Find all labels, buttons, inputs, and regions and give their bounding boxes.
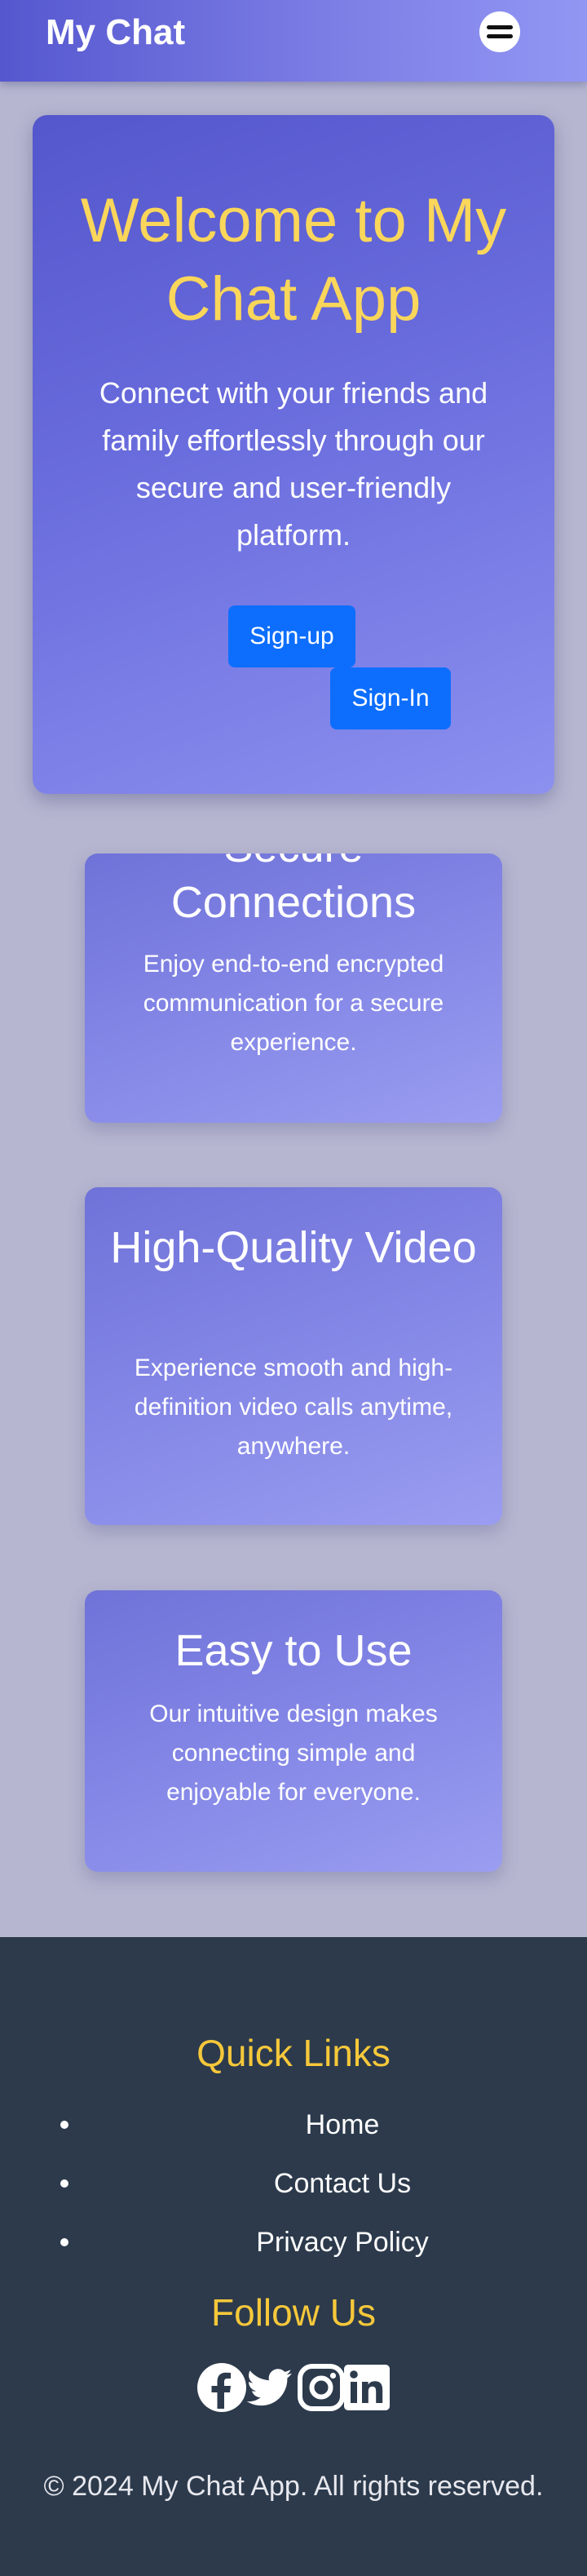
feature-text: Our intuitive design makes connecting si… xyxy=(149,1700,438,1806)
list-item: Home xyxy=(0,2095,587,2154)
list-item: Contact Us xyxy=(0,2154,587,2213)
feature-card-video: High-Quality Video Experience smooth and… xyxy=(85,1187,502,1525)
bullet-icon xyxy=(60,2238,68,2246)
hamburger-menu-button[interactable] xyxy=(479,11,520,52)
brand-logo-text[interactable]: My Chat xyxy=(46,8,185,57)
feature-title: High-Quality Video xyxy=(110,1223,477,1272)
bullet-icon xyxy=(60,2179,68,2188)
facebook-icon[interactable] xyxy=(196,2361,248,2414)
follow-us-title: Follow Us xyxy=(211,2291,376,2334)
signup-button[interactable]: Sign-up xyxy=(228,605,355,667)
list-item: Privacy Policy xyxy=(0,2213,587,2272)
hamburger-icon-line-top xyxy=(487,25,513,29)
copyright-text: © 2024 My Chat App. All rights reserved. xyxy=(43,2471,544,2502)
instagram-icon[interactable] xyxy=(295,2361,347,2414)
footer-link-privacy[interactable]: Privacy Policy xyxy=(98,2213,587,2272)
bullet-icon xyxy=(60,2121,68,2129)
signin-button[interactable]: Sign-In xyxy=(330,667,451,729)
twitter-icon[interactable] xyxy=(243,2361,295,2414)
feature-card-easy: Easy to Use Our intuitive design makes c… xyxy=(85,1590,502,1872)
hero-card: Welcome to My Chat App Connect with your… xyxy=(33,115,554,794)
feature-card-secure: Secure Connections Enjoy end-to-end encr… xyxy=(85,853,502,1123)
hero-description: Connect with your friends and family eff… xyxy=(99,376,488,552)
linkedin-icon[interactable] xyxy=(341,2361,393,2414)
footer: Quick Links Home Contact Us Privacy Poli… xyxy=(0,1937,587,2576)
footer-link-home[interactable]: Home xyxy=(98,2095,587,2154)
navbar: My Chat xyxy=(0,0,587,82)
hero-title: Welcome to My Chat App xyxy=(80,186,507,334)
feature-text: Experience smooth and high-definition vi… xyxy=(134,1355,453,1460)
quick-links-list: Home Contact Us Privacy Policy xyxy=(0,2095,587,2272)
hamburger-icon-line-bottom xyxy=(487,34,513,38)
quick-links-title: Quick Links xyxy=(196,2032,391,2074)
feature-text: Enjoy end-to-end encrypted communication… xyxy=(143,951,444,1056)
footer-link-contact[interactable]: Contact Us xyxy=(98,2154,587,2213)
feature-title: Secure Connections xyxy=(170,853,417,927)
social-icons xyxy=(196,2361,391,2414)
feature-title: Easy to Use xyxy=(174,1626,413,1675)
